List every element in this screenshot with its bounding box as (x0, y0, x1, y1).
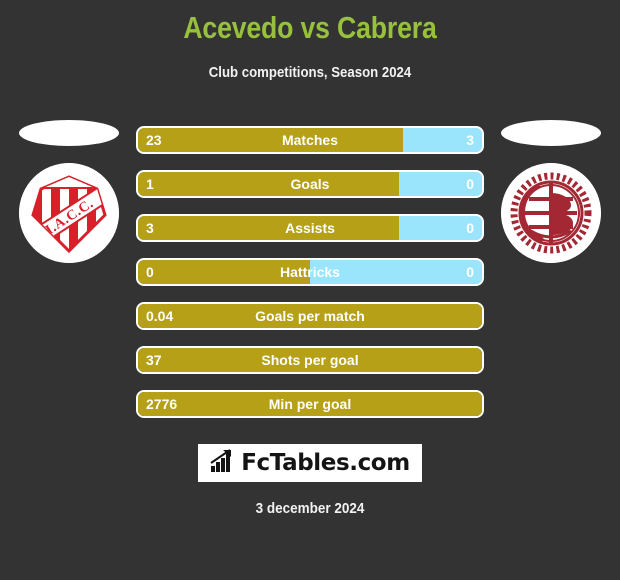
stat-bar-track (136, 390, 484, 418)
stat-row-goals-per-match: 0.04 Goals per match (136, 302, 484, 330)
stat-bar-home-fill (138, 216, 400, 240)
page-title: Acevedo vs Cabrera (183, 10, 437, 45)
stat-row-goals: 1 Goals 0 (136, 170, 484, 198)
stat-bar-home-fill (138, 260, 310, 284)
stat-bar-track (136, 302, 484, 330)
page-subtitle: Club competitions, Season 2024 (208, 64, 412, 81)
stat-bar-track (136, 126, 484, 154)
stat-row-matches: 23 Matches 3 (136, 126, 484, 154)
stat-bar-track (136, 214, 484, 242)
fctables-watermark[interactable]: FcTables.com (198, 444, 422, 482)
stat-bar-away-fill (399, 172, 482, 196)
stat-row-hattricks: 0 Hattricks 0 (136, 258, 484, 286)
stat-bar-home-fill (138, 348, 482, 372)
fctables-wordmark: FcTables.com (241, 450, 410, 476)
footer-date: 3 december 2024 (255, 500, 365, 517)
stat-row-assists: 3 Assists 0 (136, 214, 484, 242)
stat-bar-home-fill (138, 304, 482, 328)
home-club-badge: I.A.C.C. (13, 116, 125, 276)
stat-bar-track (136, 346, 484, 374)
stat-row-min-per-goal: 2776 Min per goal (136, 390, 484, 418)
home-badge-shine-ellipse (19, 120, 119, 146)
stat-bar-away-fill (399, 216, 482, 240)
stat-row-shots-per-goal: 37 Shots per goal (136, 346, 484, 374)
stat-bar-list: 23 Matches 3 1 Goals 0 3 Assists 0 0 Hat… (136, 126, 484, 434)
stat-bar-away-fill (310, 260, 482, 284)
stat-bar-home-fill (138, 392, 482, 416)
stat-bar-home-fill (138, 128, 403, 152)
bar-chart-icon (210, 448, 236, 478)
stat-comparison-infographic: Acevedo vs Cabrera Club competitions, Se… (0, 0, 620, 580)
away-club-badge (495, 116, 607, 276)
stat-bar-away-fill (402, 128, 482, 152)
instituto-atletico-central-cordoba-badge-icon: I.A.C.C. (19, 163, 119, 263)
stat-bar-home-fill (138, 172, 400, 196)
away-badge-shine-ellipse (501, 120, 601, 146)
stat-bar-track (136, 170, 484, 198)
club-atletico-lanus-badge-icon (501, 163, 601, 263)
stat-bar-track (136, 258, 484, 286)
